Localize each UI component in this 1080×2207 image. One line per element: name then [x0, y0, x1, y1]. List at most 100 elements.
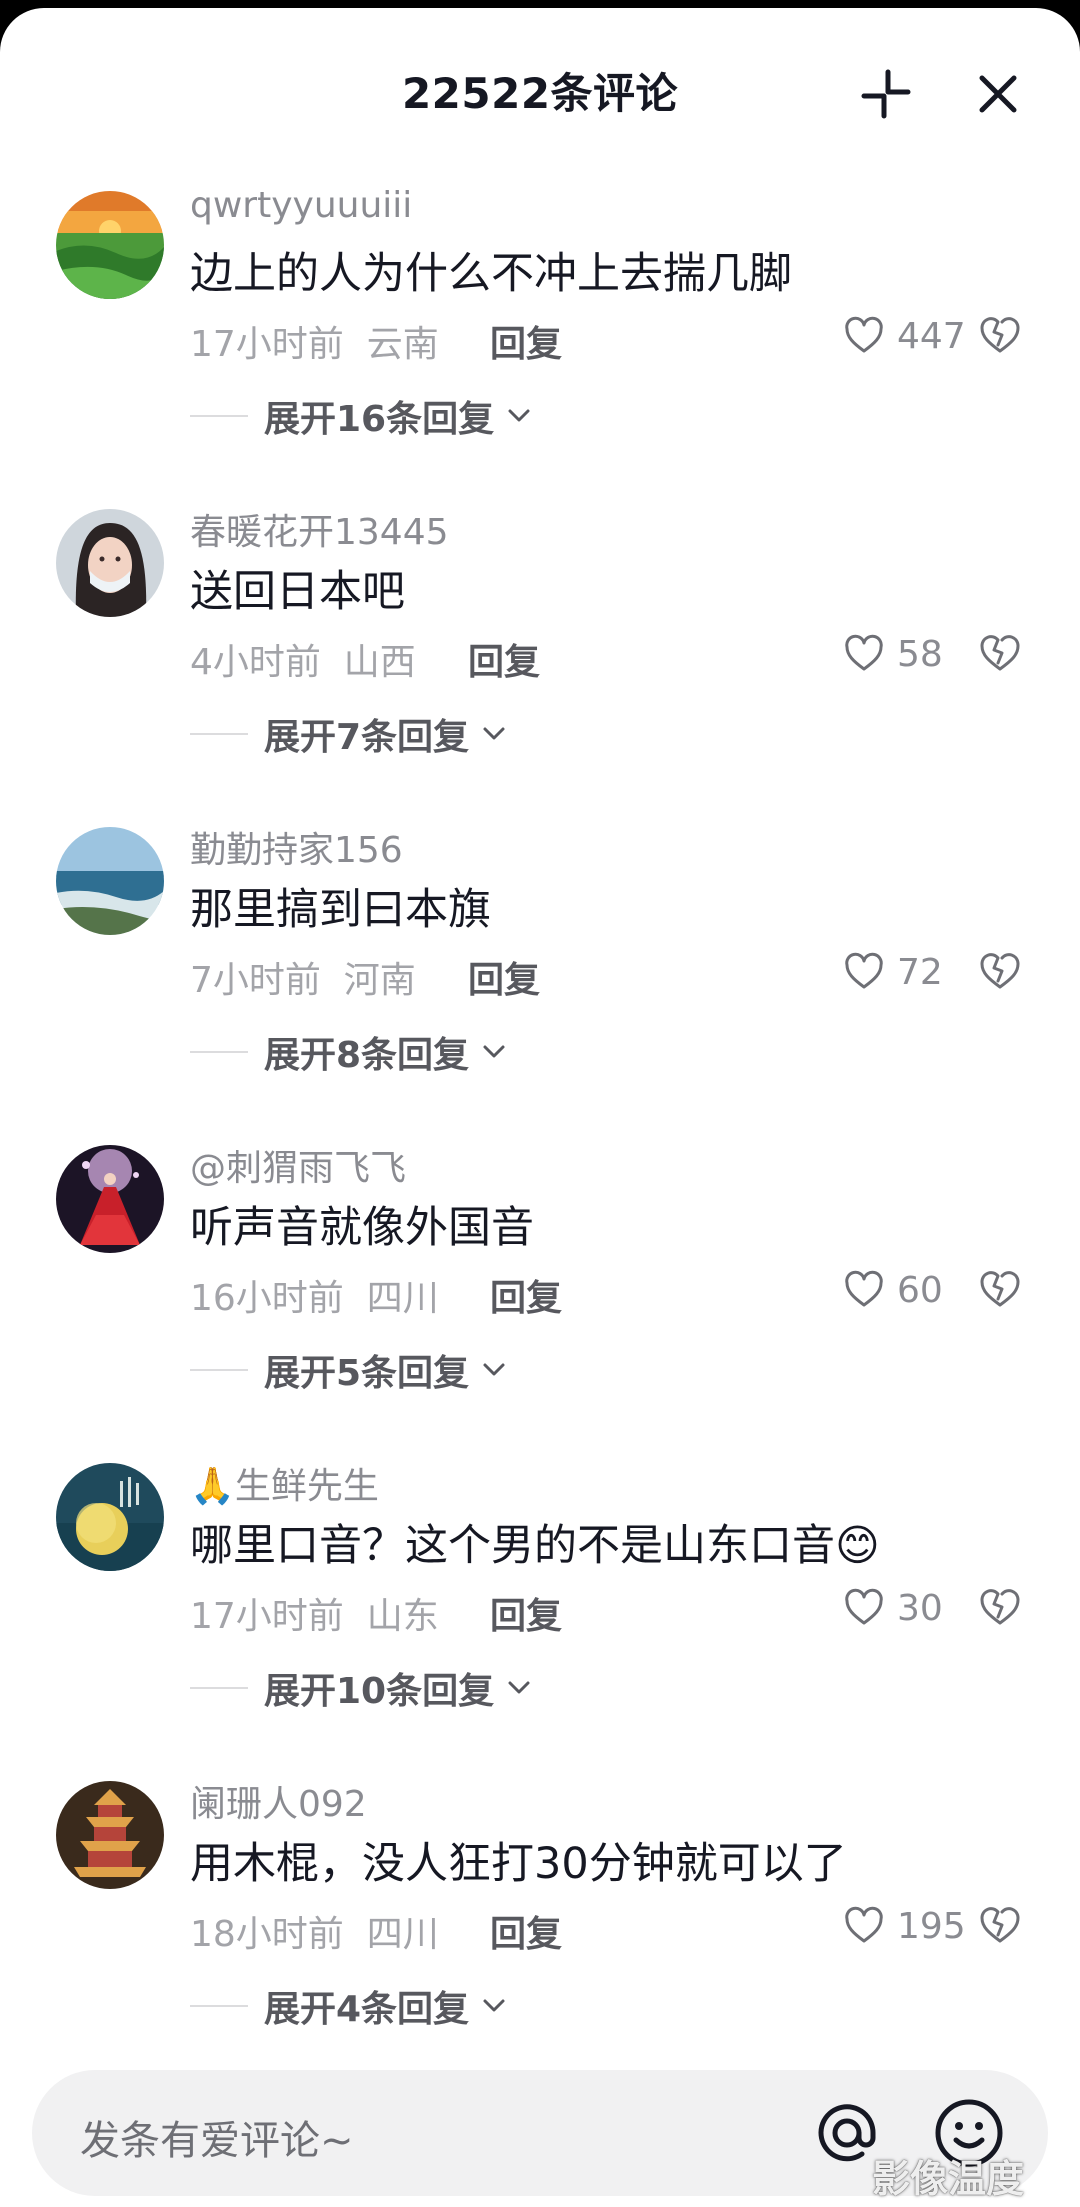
- comment-item: 春暖花开13445 送回日本吧 4小时前 山西 回复 58 展开7条回复: [0, 509, 1080, 827]
- dislike-button[interactable]: [978, 949, 1022, 993]
- chevron-down-icon: [508, 409, 530, 422]
- comment-location: 云南: [366, 324, 439, 365]
- expand-replies[interactable]: 展开7条回复: [190, 709, 511, 759]
- expand-replies[interactable]: 展开4条回复: [190, 1981, 511, 2031]
- comment-username[interactable]: 阑珊人092: [190, 1775, 367, 1827]
- comment-username[interactable]: 春暖花开13445: [190, 503, 449, 555]
- red-dress-avatar[interactable]: [56, 1145, 164, 1253]
- comment-item: 阑珊人092 用木棍，没人狂打30分钟就可以了 18小时前 四川 回复 195 …: [0, 1781, 1080, 2099]
- comment-time: 18小时前: [190, 1914, 344, 1955]
- dislike-button[interactable]: [978, 631, 1022, 675]
- comment-time: 16小时前: [190, 1278, 344, 1319]
- dislike-button[interactable]: [978, 1585, 1022, 1629]
- comment-text: 那里搞到曰本旗: [190, 885, 491, 935]
- like-count: 60: [897, 1269, 943, 1311]
- heart-icon: [845, 634, 883, 671]
- comment-time-location: 17小时前 云南: [190, 315, 439, 367]
- reply-button[interactable]: 回复: [490, 1587, 562, 1639]
- broken-heart-icon: [980, 635, 1020, 671]
- like-button[interactable]: 58: [843, 629, 943, 679]
- reply-button[interactable]: 回复: [490, 315, 562, 367]
- comment-time: 17小时前: [190, 1596, 344, 1637]
- comment-location: 山东: [366, 1596, 439, 1637]
- like-button[interactable]: 30: [843, 1583, 943, 1633]
- comment-time-location: 16小时前 四川: [190, 1269, 439, 1321]
- heart-icon: [845, 1588, 883, 1625]
- like-count: 30: [897, 1587, 943, 1629]
- expand-replies[interactable]: 展开5条回复: [190, 1345, 511, 1395]
- reply-button[interactable]: 回复: [468, 633, 540, 685]
- heart-icon: [845, 1270, 883, 1307]
- comment-item: 勤勤持家156 那里搞到曰本旗 7小时前 河南 回复 72 展开8条回复: [0, 827, 1080, 1145]
- broken-heart-icon: [980, 1271, 1020, 1307]
- like-button[interactable]: 195: [843, 1901, 966, 1951]
- comment-time: 4小时前: [190, 642, 321, 683]
- comment-username[interactable]: @刺猬雨飞飞: [190, 1139, 406, 1191]
- comment-time: 7小时前: [190, 960, 321, 1001]
- chevron-down-icon: [483, 1045, 505, 1058]
- expand-replies-label: 展开16条回复: [264, 399, 495, 440]
- comment-input-placeholder[interactable]: 发条有爱评论~: [80, 2108, 354, 2166]
- close-icon[interactable]: [970, 66, 1026, 122]
- expand-replies-label: 展开5条回复: [264, 1353, 470, 1394]
- comment-item: @刺猬雨飞飞 听声音就像外国音 16小时前 四川 回复 60 展开5条回复: [0, 1145, 1080, 1463]
- comment-text: 听声音就像外国音: [190, 1203, 534, 1253]
- comment-time-location: 7小时前 河南: [190, 951, 416, 1003]
- like-count: 72: [897, 951, 943, 993]
- heart-icon: [845, 1906, 883, 1943]
- comment-username[interactable]: 🙏生鲜先生: [190, 1457, 379, 1509]
- seaside-avatar[interactable]: [56, 827, 164, 935]
- comment-text: 用木棍，没人狂打30分钟就可以了: [190, 1839, 847, 1889]
- collapse-icon[interactable]: [858, 66, 914, 122]
- comment-time-location: 18小时前 四川: [190, 1905, 439, 1957]
- comment-time: 17小时前: [190, 324, 344, 365]
- expand-replies[interactable]: 展开10条回复: [190, 1663, 536, 1713]
- like-button[interactable]: 72: [843, 947, 943, 997]
- like-button[interactable]: 60: [843, 1265, 943, 1315]
- divider-line: [190, 1051, 248, 1053]
- broken-heart-icon: [980, 1907, 1020, 1943]
- divider-line: [190, 2005, 248, 2007]
- reply-button[interactable]: 回复: [490, 1269, 562, 1321]
- expand-replies-label: 展开8条回复: [264, 1035, 470, 1076]
- comment-text: 送回日本吧: [190, 567, 405, 617]
- woman-portrait-avatar[interactable]: [56, 509, 164, 617]
- comment-username[interactable]: qwrtyyuuuiii: [190, 185, 412, 226]
- comment-location: 四川: [366, 1278, 439, 1319]
- like-count: 447: [897, 315, 966, 357]
- reply-button[interactable]: 回复: [490, 1905, 562, 1957]
- comment-text: 边上的人为什么不冲上去揣几脚: [190, 249, 792, 299]
- broken-heart-icon: [980, 953, 1020, 989]
- comment-location: 山西: [343, 642, 416, 683]
- pagoda-avatar[interactable]: [56, 1781, 164, 1889]
- dislike-button[interactable]: [978, 1267, 1022, 1311]
- dislike-button[interactable]: [978, 313, 1022, 357]
- comment-item: 🙏生鲜先生 哪里口音？这个男的不是山东口音😊 17小时前 山东 回复 30 展开…: [0, 1463, 1080, 1781]
- reply-button[interactable]: 回复: [468, 951, 540, 1003]
- like-count: 58: [897, 633, 943, 675]
- dislike-button[interactable]: [978, 1903, 1022, 1947]
- comment-text: 哪里口音？这个男的不是山东口音😊: [190, 1521, 880, 1571]
- broken-heart-icon: [980, 317, 1020, 353]
- like-button[interactable]: 447: [843, 311, 966, 361]
- comment-username[interactable]: 勤勤持家156: [190, 821, 403, 873]
- comment-item: qwrtyyuuuiii 边上的人为什么不冲上去揣几脚 17小时前 云南 回复 …: [0, 185, 1080, 509]
- expand-replies-label: 展开10条回复: [264, 1671, 495, 1712]
- heart-icon: [845, 952, 883, 989]
- divider-line: [190, 733, 248, 735]
- expand-replies-label: 展开7条回复: [264, 717, 470, 758]
- chevron-down-icon: [483, 1999, 505, 2012]
- heart-icon: [845, 316, 883, 353]
- moon-night-avatar[interactable]: [56, 1463, 164, 1571]
- comment-location: 河南: [343, 960, 416, 1001]
- divider-line: [190, 415, 248, 417]
- expand-replies-label: 展开4条回复: [264, 1989, 470, 2030]
- comment-time-location: 17小时前 山东: [190, 1587, 439, 1639]
- expand-replies[interactable]: 展开8条回复: [190, 1027, 511, 1077]
- comment-location: 四川: [366, 1914, 439, 1955]
- chevron-down-icon: [508, 1681, 530, 1694]
- expand-replies[interactable]: 展开16条回复: [190, 391, 536, 441]
- like-count: 195: [897, 1905, 966, 1947]
- landscape-sunset-avatar[interactable]: [56, 191, 164, 299]
- chevron-down-icon: [483, 727, 505, 740]
